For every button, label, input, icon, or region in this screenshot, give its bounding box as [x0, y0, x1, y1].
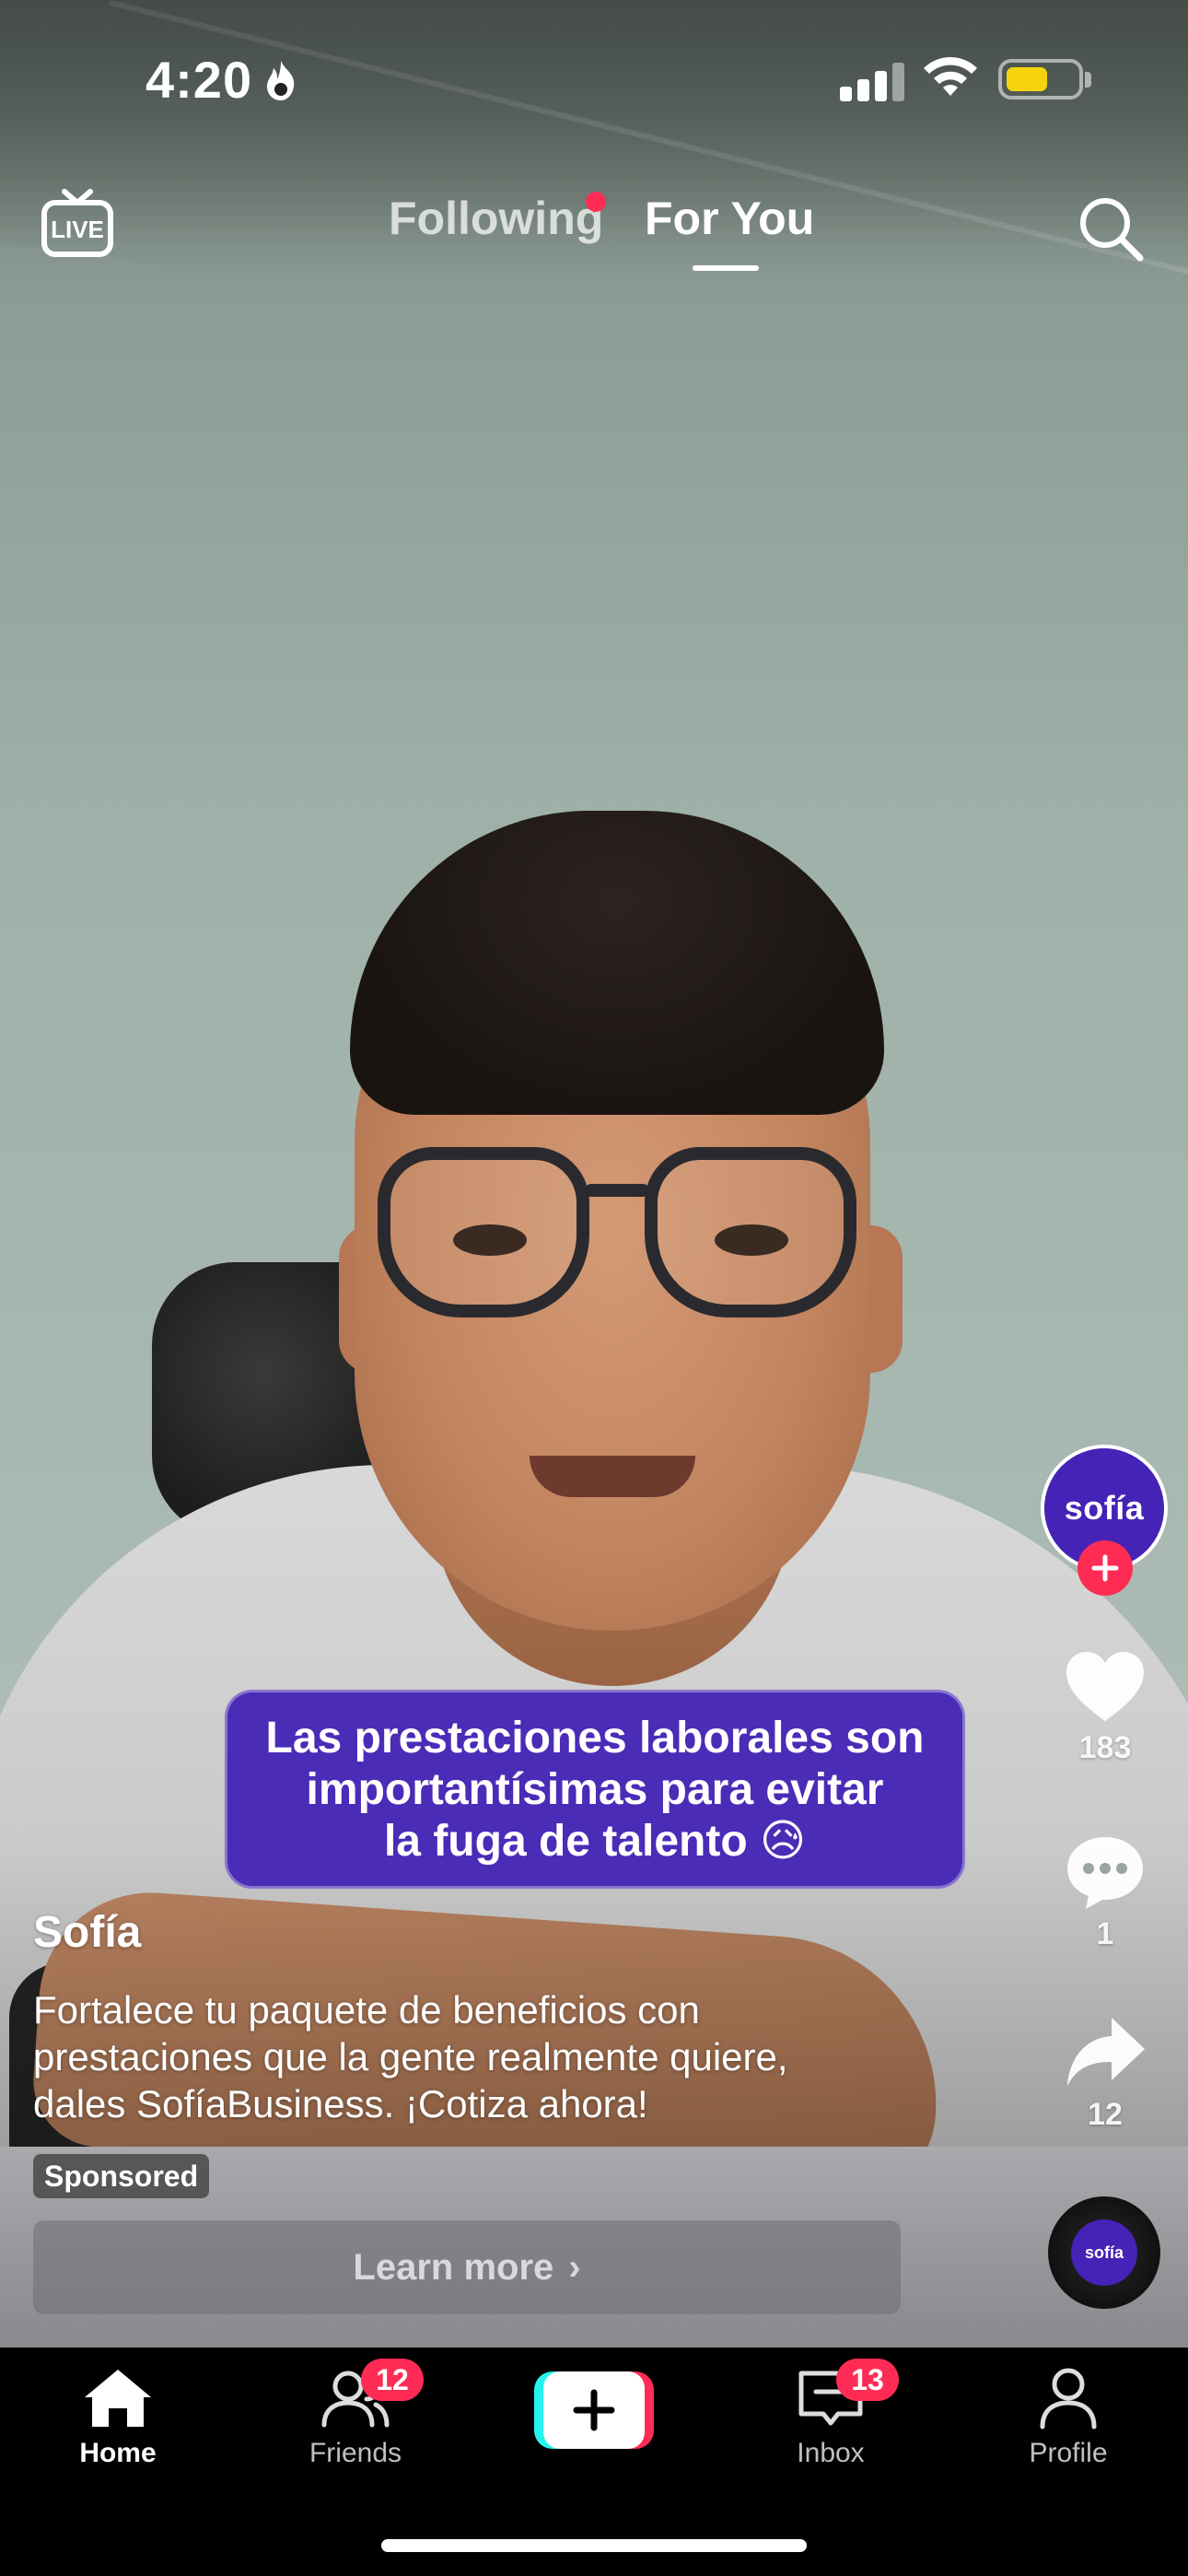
following-new-dot [586, 192, 606, 212]
cellular-signal-icon [840, 61, 904, 101]
battery-cap [1085, 72, 1091, 88]
tab-following[interactable]: Following [389, 192, 603, 245]
flame-icon [267, 61, 295, 100]
search-icon[interactable] [1074, 192, 1147, 265]
video-caption-bubble: Las prestaciones laborales son important… [225, 1690, 965, 1889]
chevron-right-icon: › [568, 2246, 581, 2288]
comment-bubble-icon [1067, 1837, 1143, 1909]
music-disc[interactable]: sofía [1048, 2196, 1160, 2309]
status-bar: 4:20 [0, 0, 1188, 157]
tab-active-indicator [693, 265, 759, 271]
like-button[interactable]: 183 [1059, 1649, 1151, 1766]
tab-home[interactable]: Home [35, 2366, 201, 2469]
learn-more-button[interactable]: Learn more › [33, 2220, 901, 2314]
post-description: Fortalece tu paquete de beneficios con p… [33, 1986, 954, 2127]
follow-plus-button[interactable] [1077, 1540, 1133, 1596]
share-arrow-icon [1067, 2018, 1145, 2086]
wifi-icon [924, 56, 977, 96]
create-button-face [543, 2371, 645, 2449]
description-line: Fortalece tu paquete de beneficios con [33, 1988, 700, 2032]
share-count: 12 [1088, 2097, 1123, 2132]
tab-label: Home [79, 2438, 157, 2468]
share-button[interactable]: 12 [1059, 2014, 1151, 2133]
create-post-button[interactable] [534, 2371, 654, 2449]
learn-more-label: Learn more [353, 2246, 554, 2288]
battery-icon [998, 59, 1083, 100]
tab-profile[interactable]: Profile [985, 2366, 1151, 2469]
battery-level [1007, 67, 1048, 91]
tab-label: Profile [1029, 2438, 1108, 2468]
video-person-glasses [378, 1147, 856, 1322]
tab-label: Inbox [797, 2438, 865, 2468]
like-count: 183 [1078, 1730, 1132, 1765]
home-icon [85, 2370, 151, 2427]
tab-label: Friends [309, 2438, 402, 2468]
video-caption-line: la fuga de talento 😥 [383, 1817, 807, 1866]
heart-icon [1066, 1652, 1144, 1721]
creator-avatar-group: sofía [1041, 1445, 1168, 1601]
sponsored-badge: Sponsored [33, 2154, 210, 2198]
eye [715, 1224, 788, 1256]
home-indicator[interactable] [381, 2539, 807, 2552]
music-disc-label: sofía [1071, 2219, 1137, 2286]
glasses-lens [645, 1147, 856, 1317]
video-caption-line: importantísimas para evitar [306, 1765, 884, 1814]
status-time: 4:20 [146, 51, 253, 109]
description-line: dales SofíaBusiness. ¡Cotiza ahora! [33, 2082, 648, 2125]
video-person-hair [350, 811, 884, 1115]
eye [453, 1224, 527, 1256]
friends-notification-badge: 12 [361, 2359, 424, 2401]
create-plus-icon [573, 2389, 615, 2431]
comment-count: 1 [1096, 1916, 1114, 1951]
video-person-mouth [530, 1456, 695, 1497]
tab-friends[interactable]: Friends 12 [273, 2359, 438, 2469]
plus-icon [1091, 1554, 1119, 1582]
tab-inbox[interactable]: Inbox 13 [748, 2359, 914, 2469]
glasses-lens [378, 1147, 589, 1317]
comment-button[interactable]: 1 [1059, 1833, 1151, 1952]
profile-icon [1040, 2368, 1097, 2430]
inbox-notification-badge: 13 [836, 2359, 899, 2401]
video-caption-line: Las prestaciones laborales son [265, 1714, 925, 1762]
author-name[interactable]: Sofía [33, 1907, 141, 1958]
tab-for-you[interactable]: For You [645, 192, 814, 245]
description-line: prestaciones que la gente realmente quie… [33, 2035, 788, 2078]
glasses-bridge [585, 1184, 649, 1197]
